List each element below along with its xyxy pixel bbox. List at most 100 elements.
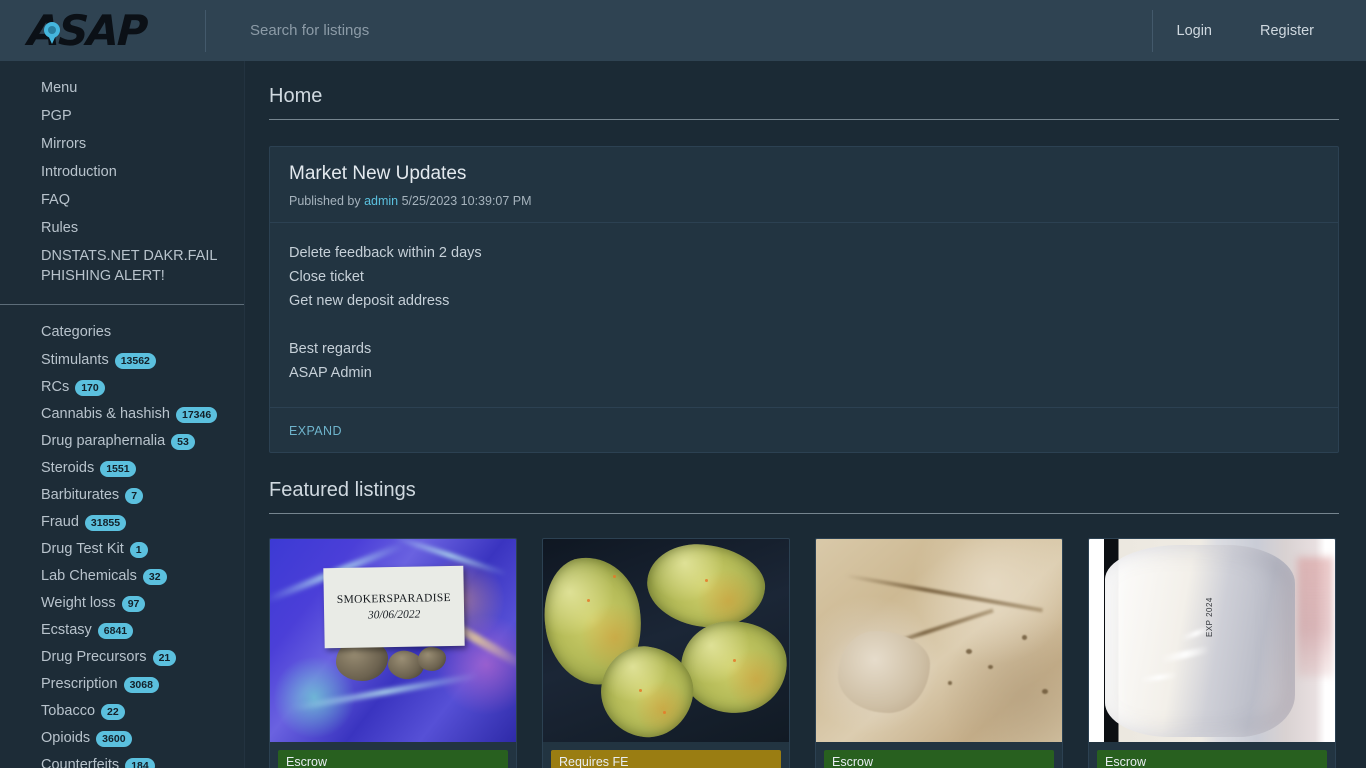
sidebar-item-weight-loss[interactable]: Weight loss 97 xyxy=(0,590,244,617)
category-count-badge: 3600 xyxy=(96,730,132,747)
category-label: Steroids xyxy=(41,460,95,476)
announcement-meta: Published by admin 5/25/2023 10:39:07 PM xyxy=(289,194,1319,208)
sidebar-item-drug-precursors[interactable]: Drug Precursors 21 xyxy=(0,644,244,671)
sidebar-item-rules[interactable]: Rules xyxy=(0,214,244,242)
category-label: Drug Precursors xyxy=(41,649,147,665)
sidebar-nav: Menu PGP Mirrors Introduction FAQ Rules … xyxy=(0,61,244,290)
category-count-badge: 184 xyxy=(125,757,155,768)
sidebar-item-stimulants[interactable]: Stimulants 13562 xyxy=(0,347,244,374)
listing-card[interactable]: Requires FE xyxy=(542,538,790,768)
sidebar-item-lab-chemicals[interactable]: Lab Chemicals 32 xyxy=(0,563,244,590)
category-count-badge: 17346 xyxy=(175,406,218,423)
category-count-badge: 31855 xyxy=(84,514,127,531)
sidebar-item-cannabis-hashish[interactable]: Cannabis & hashish 17346 xyxy=(0,401,244,428)
announcement-line: Delete feedback within 2 days xyxy=(289,245,482,261)
category-count-badge: 22 xyxy=(101,703,125,720)
sidebar-item-counterfeits[interactable]: Counterfeits 184 xyxy=(0,752,244,768)
sidebar-item-rcs[interactable]: RCs 170 xyxy=(0,374,244,401)
announcement-header: Market New Updates Published by admin 5/… xyxy=(270,147,1338,223)
listing-image-cannabis-buds xyxy=(543,539,789,742)
category-label: Counterfeits xyxy=(41,757,120,768)
sidebar-item-tobacco[interactable]: Tobacco 22 xyxy=(0,698,244,725)
sidebar-item-mirrors[interactable]: Mirrors xyxy=(0,130,244,158)
listing-image-smokersparadise: SMOKERSPARADISE 30/06/2022 xyxy=(270,539,516,742)
category-label: Drug paraphernalia xyxy=(41,433,166,449)
announcement-line: Get new deposit address xyxy=(289,293,450,309)
category-label: Tobacco xyxy=(41,703,96,719)
category-count-badge: 21 xyxy=(152,649,177,666)
register-link[interactable]: Register xyxy=(1236,23,1338,39)
category-label: Opioids xyxy=(41,730,91,746)
site-logo: ASAP xyxy=(27,6,168,55)
category-label: Barbiturates xyxy=(41,487,120,503)
listing-image-beige-powder xyxy=(816,539,1062,742)
sidebar-item-opioids[interactable]: Opioids 3600 xyxy=(0,725,244,752)
listing-card[interactable]: Escrow xyxy=(815,538,1063,768)
category-label: Stimulants xyxy=(41,352,109,368)
listing-card[interactable]: SMOKERSPARADISE 30/06/2022 Escrow xyxy=(269,538,517,768)
featured-listings-title: Featured listings xyxy=(269,479,1339,514)
login-link[interactable]: Login xyxy=(1153,23,1236,39)
announcement-line: Close ticket xyxy=(289,269,364,285)
main-content: Home Market New Updates Published by adm… xyxy=(245,61,1366,768)
sidebar-item-steroids[interactable]: Steroids 1551 xyxy=(0,455,244,482)
category-count-badge: 3068 xyxy=(123,676,159,693)
category-count-badge: 32 xyxy=(142,568,167,585)
announcement-footer: EXPAND xyxy=(270,408,1338,452)
sidebar-item-menu[interactable]: Menu xyxy=(0,74,244,102)
sidebar-item-fraud[interactable]: Fraud 31855 xyxy=(0,509,244,536)
sidebar-item-ecstasy[interactable]: Ecstasy 6841 xyxy=(0,617,244,644)
sidebar-item-pgp[interactable]: PGP xyxy=(0,102,244,130)
map-pin-icon xyxy=(44,21,60,44)
sidebar: Menu PGP Mirrors Introduction FAQ Rules … xyxy=(0,61,245,768)
sidebar-item-drug-paraphernalia[interactable]: Drug paraphernalia 53 xyxy=(0,428,244,455)
category-label: Fraud xyxy=(41,514,79,530)
categories-heading: Categories xyxy=(41,324,112,340)
expand-button[interactable]: EXPAND xyxy=(289,424,342,438)
published-by-label: Published by xyxy=(289,194,361,208)
category-count-badge: 7 xyxy=(125,487,144,504)
listing-footer: Escrow xyxy=(816,742,1062,768)
status-badge: Escrow xyxy=(1097,750,1327,768)
category-count-badge: 1 xyxy=(129,541,148,558)
listing-image-label-line2: 30/06/2022 xyxy=(367,608,421,622)
announcement-body: Delete feedback within 2 days Close tick… xyxy=(270,223,1338,408)
sidebar-item-prescription[interactable]: Prescription 3068 xyxy=(0,671,244,698)
announcement-line: Best regards xyxy=(289,341,372,357)
listing-image-stamp: EXP 2024 xyxy=(1205,597,1214,637)
status-badge: Requires FE xyxy=(551,750,781,768)
category-count-badge: 53 xyxy=(171,433,195,450)
category-label: RCs xyxy=(41,379,70,395)
listing-card[interactable]: EXP 2024 Escrow xyxy=(1088,538,1336,768)
category-label: Ecstasy xyxy=(41,622,92,638)
announcement-timestamp: 5/25/2023 10:39:07 PM xyxy=(401,194,532,208)
search-container xyxy=(206,0,1152,61)
page-title: Home xyxy=(269,85,1339,120)
category-label: Drug Test Kit xyxy=(41,541,124,557)
sidebar-categories: Categories Stimulants 13562 RCs 170 Cann… xyxy=(0,305,244,768)
listing-footer: Escrow xyxy=(270,742,516,768)
category-count-badge: 13562 xyxy=(114,352,156,369)
announcement-title: Market New Updates xyxy=(289,163,467,184)
listing-footer: Requires FE xyxy=(543,742,789,768)
header-actions: Login Register xyxy=(1153,0,1366,61)
listing-image-label: SMOKERSPARADISE 30/06/2022 xyxy=(323,565,465,649)
sidebar-item-introduction[interactable]: Introduction xyxy=(0,158,244,186)
sidebar-item-barbiturates[interactable]: Barbiturates 7 xyxy=(0,482,244,509)
category-label: Weight loss xyxy=(41,595,116,611)
sidebar-item-phishing-alert[interactable]: DNSTATS.NET DAKR.FAIL PHISHING ALERT! xyxy=(0,242,244,290)
category-label: Prescription xyxy=(41,676,118,692)
sidebar-item-faq[interactable]: FAQ xyxy=(0,186,244,214)
announcement-card: Market New Updates Published by admin 5/… xyxy=(269,146,1339,453)
category-label: Cannabis & hashish xyxy=(41,406,170,422)
announcement-author-link[interactable]: admin xyxy=(364,194,398,208)
category-count-badge: 170 xyxy=(75,379,105,396)
category-count-badge: 6841 xyxy=(97,622,134,639)
logo-link[interactable]: ASAP xyxy=(0,0,205,61)
category-count-badge: 1551 xyxy=(100,460,136,477)
announcement-line-blank xyxy=(289,313,1319,337)
sidebar-item-drug-test-kit[interactable]: Drug Test Kit 1 xyxy=(0,536,244,563)
search-input[interactable] xyxy=(250,22,970,39)
category-count-badge: 97 xyxy=(121,595,146,612)
category-label: Lab Chemicals xyxy=(41,568,137,584)
